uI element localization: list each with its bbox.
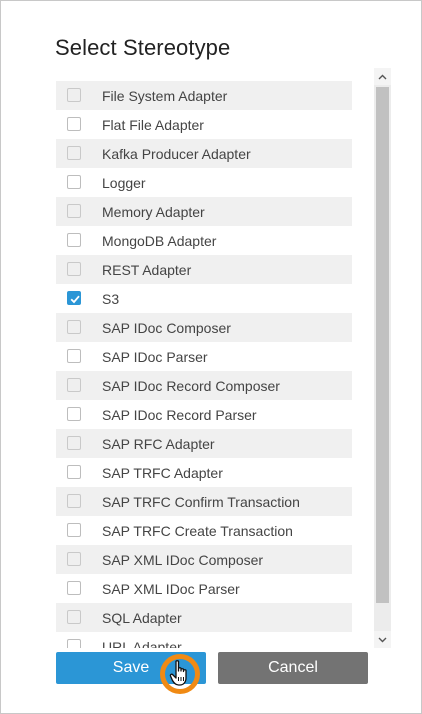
stereotype-item[interactable]: SAP TRFC Adapter [56,458,352,487]
stereotype-label: SAP TRFC Create Transaction [102,522,293,539]
stereotype-checkbox[interactable] [67,262,81,276]
stereotype-checkbox[interactable] [67,320,81,334]
stereotype-label: REST Adapter [102,261,192,278]
stereotype-item[interactable]: SAP IDoc Composer [56,313,352,342]
stereotype-item[interactable]: URL Adapter [56,632,352,648]
stereotype-item[interactable]: SAP IDoc Parser [56,342,352,371]
stereotype-label: S3 [102,290,120,307]
stereotype-checkbox[interactable] [67,117,81,131]
stereotype-checkbox[interactable] [67,494,81,508]
stereotype-label: SAP XML IDoc Parser [102,580,240,597]
stereotype-label: File System Adapter [102,87,228,104]
stereotype-item[interactable]: SAP XML IDoc Parser [56,574,352,603]
stereotype-checkbox[interactable] [67,436,81,450]
scroll-down-button[interactable] [374,631,391,648]
stereotype-list-viewport[interactable]: File System Adapter Flat File Adapter Kafk… [56,81,352,648]
stereotype-checkbox[interactable] [67,378,81,392]
stereotype-checkbox[interactable] [67,581,81,595]
stereotype-checkbox[interactable] [67,465,81,479]
stereotype-label: SAP RFC Adapter [102,435,215,452]
stereotype-checkbox[interactable] [67,204,81,218]
stereotype-item[interactable]: Memory Adapter [56,197,352,226]
stereotype-checkbox[interactable] [67,291,81,305]
stereotype-item[interactable]: SAP IDoc Record Parser [56,400,352,429]
stereotype-item[interactable]: SAP XML IDoc Composer [56,545,352,574]
check-icon [70,295,80,304]
stereotype-label: SAP IDoc Composer [102,319,231,336]
stereotype-checkbox[interactable] [67,88,81,102]
stereotype-label: SQL Adapter [102,609,182,626]
stereotype-label: SAP TRFC Confirm Transaction [102,493,300,510]
stereotype-item[interactable]: SAP RFC Adapter [56,429,352,458]
stereotype-item[interactable]: S3 [56,284,352,313]
stereotype-label: SAP IDoc Record Parser [102,406,257,423]
stereotype-label: Flat File Adapter [102,116,204,133]
stereotype-item[interactable]: SAP TRFC Create Transaction [56,516,352,545]
stereotype-label: SAP TRFC Adapter [102,464,223,481]
stereotype-checkbox[interactable] [67,349,81,363]
stereotype-checkbox[interactable] [67,523,81,537]
stereotype-label: SAP IDoc Parser [102,348,208,365]
stereotype-label: SAP XML IDoc Composer [102,551,264,568]
stereotype-checkbox[interactable] [67,146,81,160]
stereotype-item[interactable]: File System Adapter [56,81,352,110]
stereotype-checkbox[interactable] [67,639,81,648]
stereotype-label: Memory Adapter [102,203,205,220]
stereotype-label: URL Adapter [102,638,182,649]
stereotype-label: Logger [102,174,146,191]
stereotype-item[interactable]: Logger [56,168,352,197]
stereotype-item[interactable]: REST Adapter [56,255,352,284]
list-scrollbar[interactable] [374,68,391,648]
stereotype-checkbox[interactable] [67,610,81,624]
hand-pointer-icon [169,660,187,686]
stereotype-list: File System Adapter Flat File Adapter Kafk… [56,81,352,648]
stereotype-label: SAP IDoc Record Composer [102,377,280,394]
chevron-up-icon [378,74,387,79]
scroll-up-button[interactable] [374,68,391,85]
stereotype-item[interactable]: MongoDB Adapter [56,226,352,255]
stereotype-item[interactable]: Flat File Adapter [56,110,352,139]
stereotype-item[interactable]: Kafka Producer Adapter [56,139,352,168]
stereotype-item[interactable]: SQL Adapter [56,603,352,632]
chevron-down-icon [378,637,387,642]
stereotype-checkbox[interactable] [67,233,81,247]
stereotype-item[interactable]: SAP TRFC Confirm Transaction [56,487,352,516]
stereotype-checkbox[interactable] [67,552,81,566]
stereotype-checkbox[interactable] [67,407,81,421]
stereotype-label: Kafka Producer Adapter [102,145,251,162]
dialog-title: Select Stereotype [55,35,231,60]
cancel-button[interactable]: Cancel [218,652,368,684]
stereotype-checkbox[interactable] [67,175,81,189]
stereotype-item[interactable]: SAP IDoc Record Composer [56,371,352,400]
scrollbar-thumb[interactable] [376,87,389,603]
select-stereotype-dialog: Select Stereotype File System Adapter Fla… [0,0,422,714]
stereotype-label: MongoDB Adapter [102,232,217,249]
